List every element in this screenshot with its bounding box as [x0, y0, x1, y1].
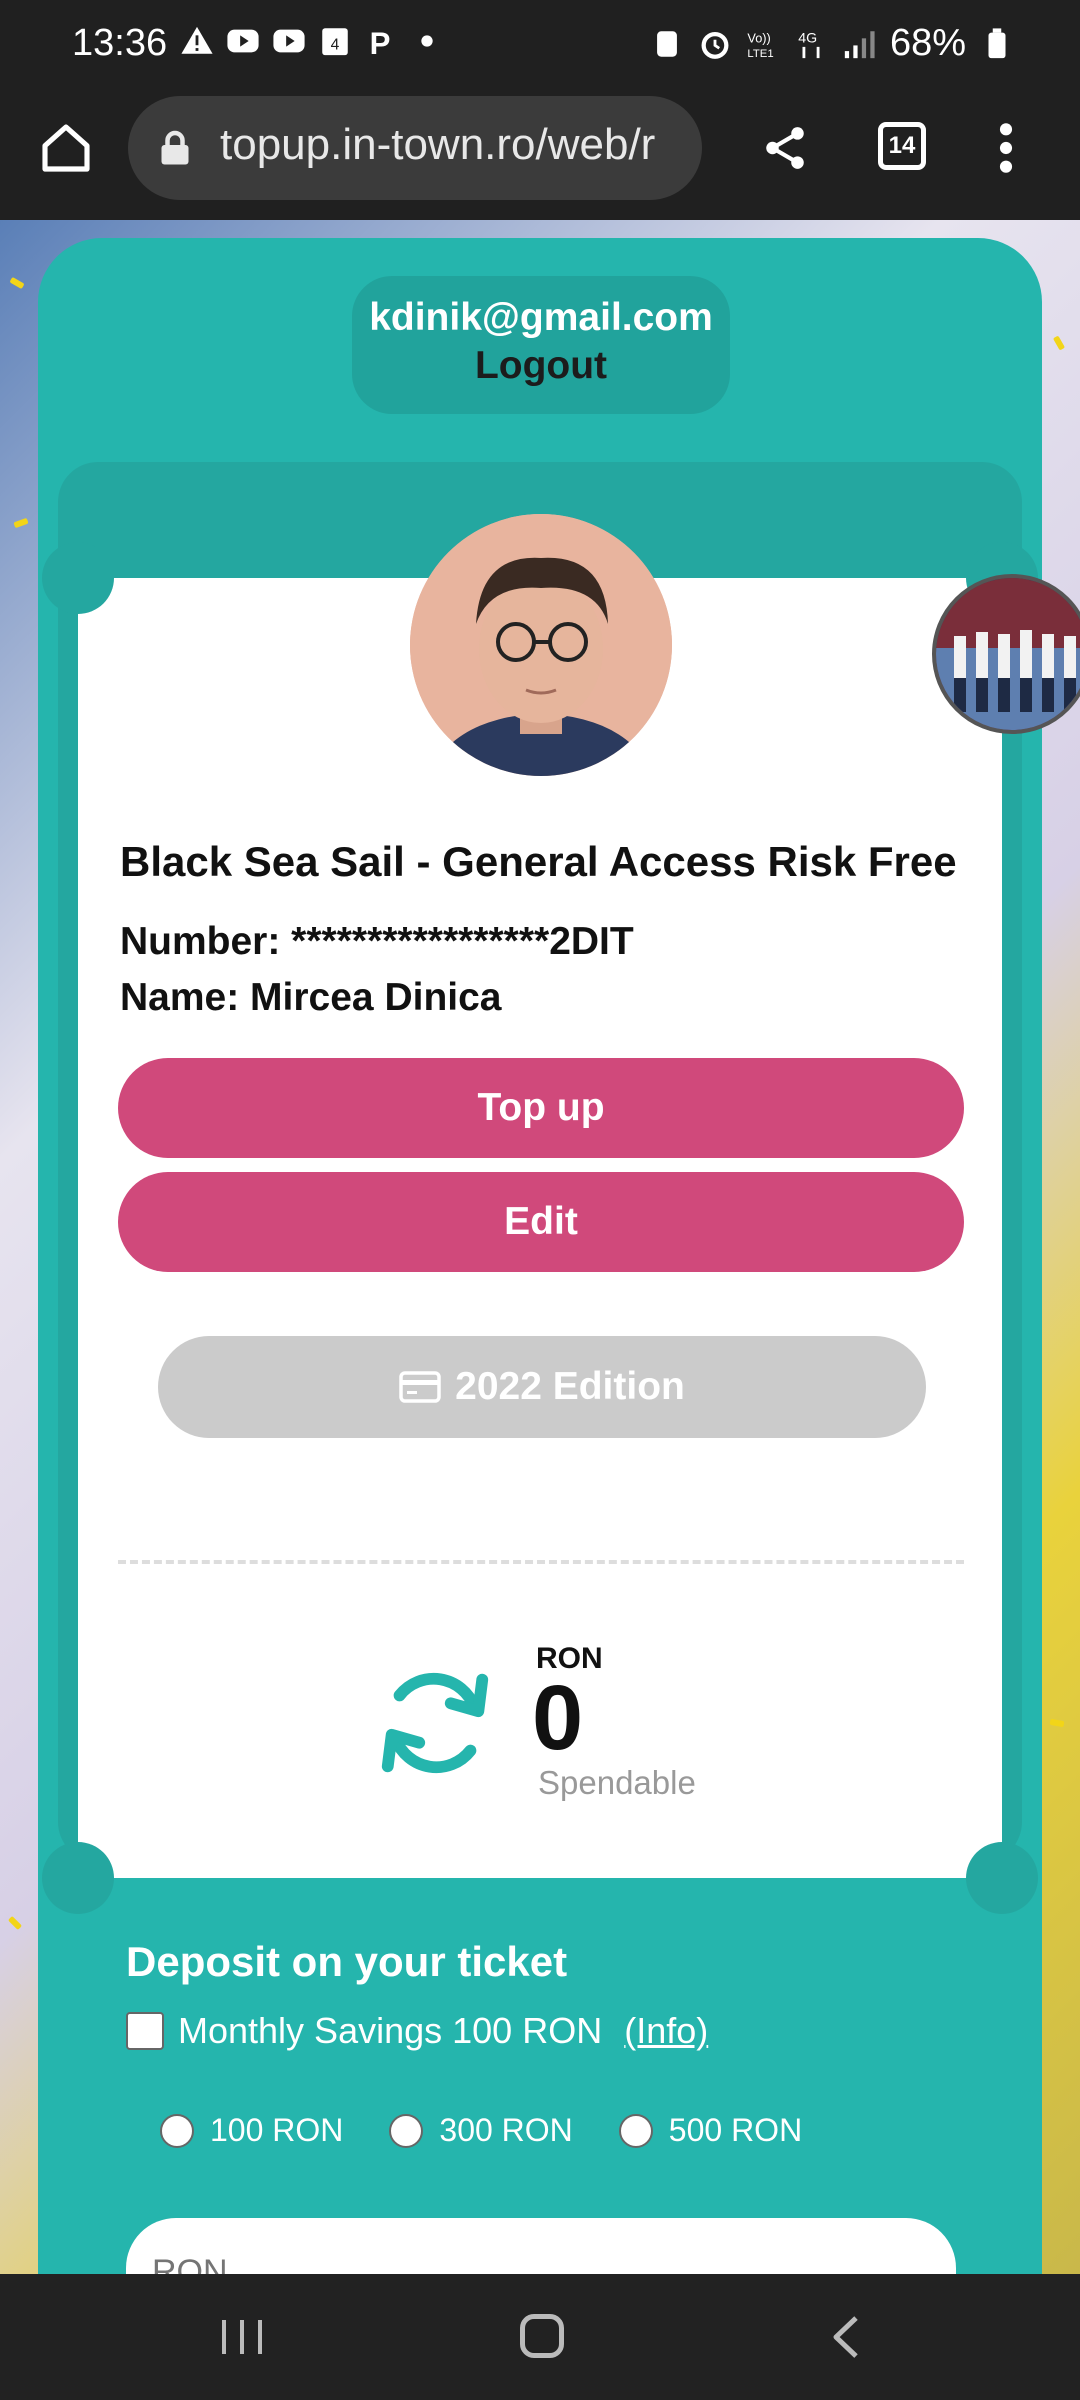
youtube-icon	[227, 29, 259, 53]
ticket-holder-name: Name: Mircea Dinica	[120, 976, 502, 1019]
recycle-icon	[657, 30, 677, 57]
user-box: kdinik@gmail.com Logout	[352, 276, 730, 414]
deposit-amount-options: 100 RON 300 RON 500 RON	[160, 2112, 802, 2149]
radio-button[interactable]	[160, 2113, 194, 2148]
dot-icon	[421, 35, 433, 47]
ticket-notch	[966, 1842, 1038, 1914]
back-icon[interactable]	[828, 2314, 864, 2360]
volte-icon: Vo)) LTE1	[747, 30, 773, 59]
web-page: kdinik@gmail.com Logout Black Sea Sail -…	[0, 220, 1080, 2274]
radio-button[interactable]	[618, 2113, 653, 2148]
credit-card-icon	[399, 1371, 441, 1403]
youtube-icon	[273, 29, 305, 53]
svg-text:4: 4	[331, 37, 340, 54]
edit-button[interactable]: Edit	[118, 1172, 964, 1272]
browser-toolbar: topup.in-town.ro/web/r 14	[0, 90, 1080, 220]
calendar-icon: 4	[322, 28, 348, 56]
ticket-notch	[42, 1842, 114, 1914]
parking-icon: P	[370, 26, 391, 58]
radio-button[interactable]	[389, 2113, 424, 2148]
url-text[interactable]: topup.in-town.ro/web/r	[220, 120, 655, 170]
monthly-savings-label: Monthly Savings 100 RON	[178, 2010, 603, 2051]
group-photo-avatar[interactable]	[932, 574, 1080, 734]
deposit-amount-input[interactable]	[126, 2218, 956, 2274]
monthly-savings-row: Monthly Savings 100 RON (Info)	[126, 2010, 708, 2052]
battery-icon	[988, 27, 1006, 58]
ticket-title: Black Sea Sail - General Access Risk Fre…	[120, 838, 957, 885]
group-photo	[936, 578, 1080, 730]
monthly-savings-checkbox[interactable]	[126, 2012, 164, 2050]
warning-icon	[181, 26, 213, 54]
top-up-button[interactable]: Top up	[118, 1058, 964, 1158]
deposit-option-label: 100 RON	[210, 2112, 344, 2148]
clock: 13:36	[72, 22, 168, 64]
deposit-option[interactable]: 500 RON	[618, 2112, 803, 2149]
notification-icons: 4 P	[180, 24, 444, 58]
deposit-title: Deposit on your ticket	[126, 1938, 568, 1985]
recent-apps-icon[interactable]	[218, 2316, 266, 2358]
lock-icon	[161, 130, 189, 165]
battery-percent: 68%	[889, 22, 966, 64]
status-bar: 13:36 4 P Vo)) LTE1 4G 68%	[0, 0, 1080, 90]
deposit-option[interactable]: 100 RON	[160, 2112, 343, 2149]
svg-text:Vo)): Vo))	[747, 30, 770, 45]
alarm-icon	[701, 31, 729, 59]
system-icons: Vo)) LTE1 4G 68%	[650, 22, 1014, 65]
confetti	[9, 276, 25, 290]
ticket-notch	[42, 542, 114, 614]
deposit-option[interactable]: 300 RON	[389, 2112, 573, 2149]
confetti	[1052, 335, 1066, 351]
deposit-option-label: 300 RON	[439, 2112, 573, 2148]
balance-caption: Spendable	[538, 1764, 696, 1801]
svg-text:P: P	[370, 26, 391, 58]
refresh-icon[interactable]	[372, 1660, 498, 1786]
balance-amount: 0	[532, 1667, 584, 1769]
home-icon[interactable]	[38, 120, 94, 176]
confetti	[13, 517, 29, 529]
deposit-option-label: 500 RON	[668, 2112, 803, 2148]
user-email: kdinik@gmail.com	[369, 296, 713, 339]
svg-text:LTE1: LTE1	[747, 47, 773, 59]
info-link[interactable]: (Info)	[624, 2010, 708, 2052]
ticket-number: Number: *****************2DIT	[120, 920, 634, 963]
edition-badge: 2022 Edition	[158, 1336, 926, 1438]
confetti	[7, 1915, 23, 1931]
home-nav-icon[interactable]	[520, 2314, 564, 2358]
address-bar[interactable]: topup.in-town.ro/web/r	[128, 96, 702, 200]
more-menu-icon[interactable]	[996, 120, 1016, 176]
svg-text:4G: 4G	[798, 30, 817, 46]
signal-icon	[844, 30, 875, 58]
avatar-photo	[410, 514, 672, 776]
share-icon[interactable]	[760, 120, 810, 176]
confetti	[1049, 1718, 1065, 1728]
logout-link[interactable]: Logout	[352, 344, 730, 388]
system-nav-bar	[0, 2274, 1080, 2400]
dashed-divider	[118, 1560, 964, 1564]
4g-icon: 4G	[798, 30, 820, 58]
avatar	[410, 514, 672, 776]
edition-label: 2022 Edition	[455, 1365, 685, 1408]
tab-switcher-button[interactable]: 14	[878, 122, 926, 170]
